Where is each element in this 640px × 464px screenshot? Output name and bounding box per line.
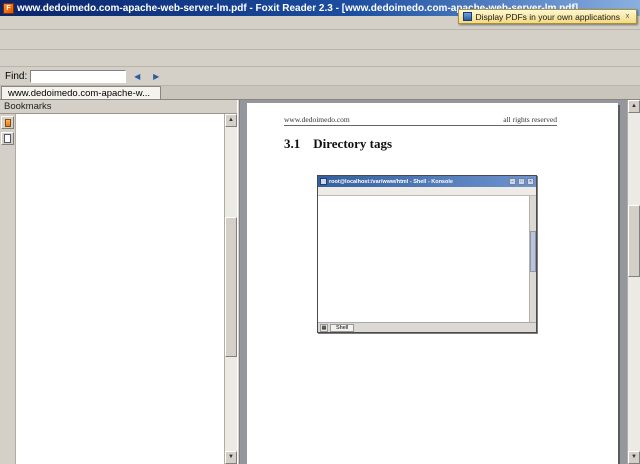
scroll-down-icon[interactable]: ▼ (225, 451, 237, 464)
pdf-page: www.dedoimedo.com all rights reserved 3.… (247, 103, 618, 464)
section-heading: 3.1 Directory tags (284, 136, 392, 152)
find-bar: Find: ◀ ▶ (0, 67, 640, 86)
content-area: Bookmarks ▲ ▼ www.dedoimedo.com all righ… (0, 100, 640, 464)
terminal-title-bar: root@localhost:/var/www/html - Shell - K… (318, 176, 536, 187)
bookmarks-panel: Bookmarks ▲ ▼ (0, 100, 237, 464)
document-tab-bar: www.dedoimedo.com-apache-w... (0, 86, 640, 100)
toolbar-row-1 (0, 30, 640, 50)
find-previous-icon[interactable]: ◀ (129, 69, 145, 83)
terminal-maximize-icon: □ (518, 178, 525, 185)
bookmarks-panel-body: ▲ ▼ (0, 113, 237, 464)
konsole-icon (320, 178, 327, 185)
scrollbar-track[interactable] (225, 127, 237, 451)
scroll-down-icon[interactable]: ▼ (628, 451, 640, 464)
scrollbar-thumb[interactable] (628, 205, 640, 277)
find-input[interactable] (30, 69, 127, 83)
bookmark-tree (16, 114, 224, 464)
document-view: www.dedoimedo.com all rights reserved 3.… (240, 100, 640, 464)
find-label: Find: (5, 70, 28, 82)
terminal-shell-tab: Shell (330, 323, 355, 332)
section-number: 3.1 (284, 136, 301, 151)
navigation-tab-strip (0, 114, 16, 464)
terminal-screenshot: root@localhost:/var/www/html - Shell - K… (317, 175, 537, 333)
section-title: Directory tags (313, 136, 393, 151)
terminal-minimize-icon: – (509, 178, 516, 185)
bookmarks-panel-tab[interactable] (1, 116, 14, 129)
terminal-new-session-icon: ▦ (320, 323, 328, 332)
find-next-icon[interactable]: ▶ (148, 69, 164, 83)
terminal-close-icon: × (527, 178, 534, 185)
page-header-right: all rights reserved (503, 115, 557, 124)
terminal-menu-bar (318, 187, 536, 196)
document-scrollbar[interactable]: ▲ ▼ (627, 100, 640, 464)
page-running-header: www.dedoimedo.com all rights reserved (284, 115, 557, 124)
terminal-scroll-thumb (530, 231, 536, 272)
bookmark-tab-icon (4, 118, 11, 127)
page-header-rule (284, 125, 557, 126)
terminal-scrollbar (529, 196, 536, 322)
foxit-logo-icon: F (3, 2, 14, 14)
promo-banner[interactable]: Display PDFs in your own applications x (458, 9, 637, 24)
page-header-left: www.dedoimedo.com (284, 115, 350, 124)
foxit-reader-window: F www.dedoimedo.com-apache-web-server-lm… (0, 0, 640, 464)
scrollbar-thumb[interactable] (225, 217, 237, 357)
pages-panel-tab[interactable] (1, 132, 14, 145)
terminal-content (318, 196, 536, 322)
promo-text: Display PDFs in your own applications (475, 11, 620, 22)
bookmarks-panel-title: Bookmarks (4, 101, 52, 112)
terminal-title: root@localhost:/var/www/html - Shell - K… (329, 178, 453, 185)
scroll-up-icon[interactable]: ▲ (225, 114, 237, 127)
toolbar-row-2 (0, 50, 640, 67)
scroll-up-icon[interactable]: ▲ (628, 100, 640, 113)
scrollbar-track[interactable] (628, 113, 640, 451)
document-tab[interactable]: www.dedoimedo.com-apache-w... (1, 86, 162, 99)
promo-icon (463, 12, 473, 21)
pages-tab-icon (4, 134, 11, 143)
terminal-tab-bar: ▦ Shell (318, 322, 536, 332)
bookmarks-scrollbar[interactable]: ▲ ▼ (224, 114, 237, 464)
promo-close-icon[interactable]: x (623, 13, 632, 20)
